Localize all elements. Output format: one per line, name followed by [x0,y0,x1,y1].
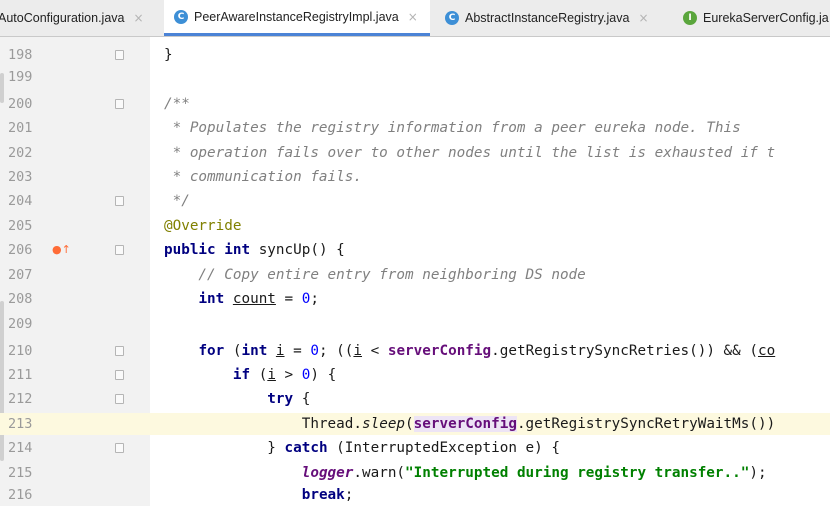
fold-start-icon[interactable] [115,99,124,109]
fold-end-icon[interactable] [115,50,124,60]
tab-eureka-server-config[interactable]: I EurekaServerConfig.ja [683,0,829,36]
code-line: 206 ●↑ public int syncUp() { [0,239,830,261]
line-number: 213 [8,416,33,432]
tab-label: AutoConfiguration.java [0,11,125,25]
code-line: 212 try { [0,388,830,410]
fold-end-icon[interactable] [115,443,124,453]
code-line: 214 } catch (InterruptedException e) { [0,437,830,459]
line-number: 206 [8,242,33,258]
line-number: 204 [8,193,33,209]
line-number: 208 [8,291,33,307]
fold-start-icon[interactable] [115,346,124,356]
code-text: } [164,47,173,63]
close-icon[interactable]: × [638,11,648,25]
code-line: 211 if (i > 0) { [0,364,830,386]
line-number: 211 [8,367,33,383]
code-text: int count = 0; [198,291,319,307]
code-text: } catch (InterruptedException e) { [267,440,560,456]
line-number: 214 [8,440,33,456]
tab-label: PeerAwareInstanceRegistryImpl.java [194,9,399,24]
editor-tab-bar: AutoConfiguration.java × C PeerAwareInst… [0,0,830,37]
fold-start-icon[interactable] [115,394,124,404]
overrides-method-icon[interactable]: ●↑ [52,239,71,261]
code-line: 215 logger.warn("Interrupted during regi… [0,462,830,484]
code-comment: * communication fails. [164,169,362,185]
code-line: 205 @Override [0,215,830,237]
line-number: 198 [8,47,33,63]
code-line: 198 } [0,44,830,66]
fold-start-icon[interactable] [115,245,124,255]
tab-abstract-instance-registry[interactable]: C AbstractInstanceRegistry.java × [445,0,649,36]
code-line: 216 break; [0,484,830,506]
line-number: 199 [8,69,33,85]
code-line: 207 // Copy entire entry from neighborin… [0,264,830,286]
tab-label: EurekaServerConfig.ja [703,11,829,25]
code-text: logger.warn("Interrupted during registry… [301,465,767,481]
line-number: 201 [8,120,33,136]
tab-autoconfiguration[interactable]: AutoConfiguration.java × [0,0,144,36]
code-text: Thread.sleep(serverConfig.getRegistrySyn… [301,416,776,432]
line-number: 202 [8,145,33,161]
code-line: 203 * communication fails. [0,166,830,188]
close-icon[interactable]: × [133,11,143,25]
close-icon[interactable]: × [408,10,418,24]
code-line: 199 [0,66,830,88]
code-line-current: 213 Thread.sleep(serverConfig.getRegistr… [0,413,830,435]
code-text: for (int i = 0; ((i < serverConfig.getRe… [198,343,776,359]
code-annotation: @Override [164,218,242,234]
code-comment: */ [164,193,190,209]
code-line: 208 int count = 0; [0,288,830,310]
tab-peer-aware-instance-registry-impl[interactable]: C PeerAwareInstanceRegistryImpl.java × [164,0,430,36]
code-line: 201 * Populates the registry information… [0,117,830,139]
class-icon: C [445,11,459,25]
code-text: if (i > 0) { [232,367,337,383]
code-text: break; [301,487,354,503]
code-comment: * operation fails over to other nodes un… [164,145,776,161]
code-text: try { [267,391,311,407]
interface-icon: I [683,11,697,25]
line-number: 215 [8,465,33,481]
code-line: 209 [0,313,830,335]
fold-start-icon[interactable] [115,370,124,380]
code-line: 202 * operation fails over to other node… [0,142,830,164]
line-number: 203 [8,169,33,185]
code-comment: /** [164,96,190,112]
code-text: public int syncUp() { [164,242,345,258]
class-icon: C [174,9,188,24]
code-comment: // Copy entire entry from neighboring DS… [164,267,586,283]
line-number: 205 [8,218,33,234]
line-number: 212 [8,391,33,407]
code-line: 210 for (int i = 0; ((i < serverConfig.g… [0,340,830,362]
line-number: 210 [8,343,33,359]
line-number: 200 [8,96,33,112]
line-number: 216 [8,487,33,503]
tab-label: AbstractInstanceRegistry.java [465,11,630,25]
line-number: 209 [8,316,33,332]
code-comment: * Populates the registry information fro… [164,120,741,136]
code-line: 200 /** [0,93,830,115]
code-line: 204 */ [0,190,830,212]
fold-end-icon[interactable] [115,196,124,206]
line-number: 207 [8,267,33,283]
